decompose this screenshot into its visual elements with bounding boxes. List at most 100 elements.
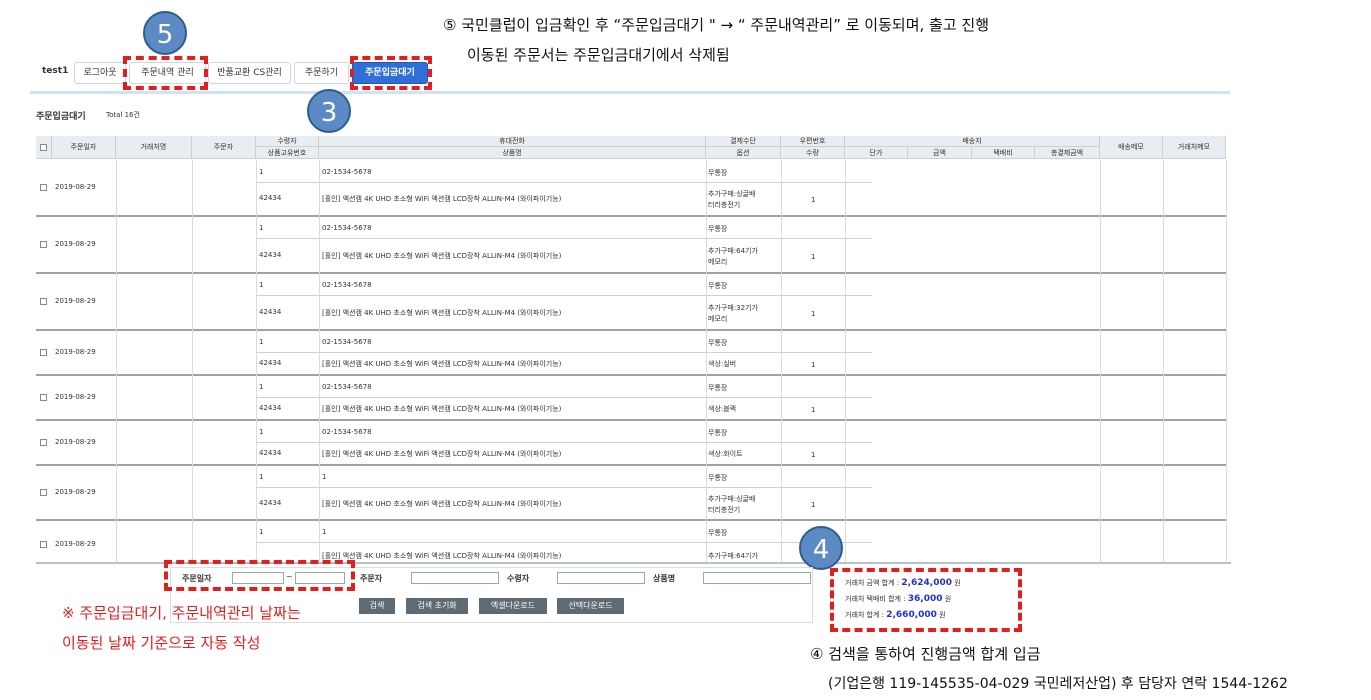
product-no: 42434	[259, 194, 282, 202]
option: 색상:실버	[708, 359, 737, 368]
product-name: [홀인] 액션캠 4K UHD 초소형 WiFi 액션캠 LCD장착 ALLIN…	[322, 552, 562, 560]
search-product-label: 상품명	[653, 574, 676, 583]
row-inner-divider	[256, 182, 872, 183]
column-divider	[845, 160, 846, 562]
product-name: [홀인] 액션캠 4K UHD 초소형 WiFi 액션캠 LCD장착 ALLIN…	[322, 449, 562, 458]
row-checkbox[interactable]	[40, 184, 47, 191]
order-date: 2019-08-29	[55, 437, 96, 446]
search-orderer-input[interactable]	[411, 572, 499, 584]
excel-download-button[interactable]: 엑셀다운로드	[479, 598, 547, 614]
column-divider	[1226, 160, 1227, 562]
recipient: 1	[259, 383, 264, 391]
row-checkbox[interactable]	[40, 488, 47, 496]
row-checkbox[interactable]	[40, 240, 47, 248]
option-line1: 추가구매:싱글배	[708, 494, 756, 503]
quantity: 1	[811, 196, 816, 204]
order-date: 2019-08-29	[55, 239, 96, 248]
product-name: [홀인] 액션캠 4K UHD 초소형 WiFi 액션캠 LCD장착 ALLIN…	[322, 308, 562, 317]
product-no: 42434	[259, 403, 282, 412]
highlight-summary	[830, 568, 1022, 632]
column-divider	[319, 160, 320, 562]
search-reset-button[interactable]: 검색 초기화	[406, 598, 468, 614]
row-inner-divider	[256, 295, 872, 296]
column-divider	[256, 160, 257, 562]
orders-table-body: 2019-08-29 1 02-1534-5678 무통장 42434 [홀인] 액션캠 …	[0, 0, 1371, 562]
product-name: [홀인] 액션캠 4K UHD 초소형 WiFi 액션캠 LCD장착 ALLIN…	[322, 404, 562, 413]
product-no: 42434	[259, 250, 282, 259]
recipient: 1	[259, 528, 264, 536]
column-divider	[1163, 160, 1164, 562]
recipient: 1	[259, 224, 264, 232]
product-name: [홀인] 액션캠 4K UHD 초소형 WiFi 액션캠 LCD장착 ALLIN…	[322, 499, 562, 508]
search-button[interactable]: 검색	[359, 598, 395, 614]
phone: 02-1534-5678	[322, 338, 372, 346]
table-row	[36, 160, 1226, 216]
recipient: 1	[259, 281, 264, 289]
payment-method: 무통장	[708, 429, 728, 437]
search-product-input[interactable]	[703, 572, 811, 584]
payment-method: 무통장	[708, 225, 728, 233]
selected-download-button[interactable]: 선택다운로드	[557, 598, 624, 614]
option: 색상:화이트	[708, 449, 743, 458]
table-row	[36, 273, 1226, 330]
option-line2: 메모리	[708, 314, 728, 323]
highlight-date-filter	[164, 560, 355, 591]
quantity: 1	[811, 360, 816, 369]
row-inner-divider	[256, 487, 872, 488]
order-date: 2019-08-29	[55, 540, 96, 548]
row-checkbox[interactable]	[40, 393, 47, 401]
quantity: 1	[811, 405, 816, 414]
recipient: 1	[259, 338, 264, 346]
phone: 02-1534-5678	[322, 168, 372, 176]
column-divider	[781, 160, 782, 562]
option: 색상:블랙	[708, 404, 737, 413]
product-no: 42434	[259, 498, 282, 507]
phone: 02-1534-5678	[322, 383, 372, 391]
table-row	[36, 465, 1226, 520]
product-name: [홀인] 액션캠 4K UHD 초소형 WiFi 액션캠 LCD장착 ALLIN…	[322, 195, 562, 203]
row-checkbox[interactable]	[40, 348, 47, 356]
row-inner-divider	[256, 542, 872, 543]
phone: 1	[322, 528, 327, 536]
option-line2: 터리충전기	[708, 505, 741, 514]
table-row	[36, 216, 1226, 273]
quantity: 1	[811, 500, 816, 509]
quantity: 1	[811, 450, 816, 459]
note-line1: ※ 주문입금대기, 주문내역관리 날짜는	[62, 604, 301, 622]
order-date: 2019-08-29	[55, 347, 96, 356]
column-divider	[706, 160, 707, 562]
option: 추가구매:64기가	[708, 552, 758, 560]
row-checkbox[interactable]	[40, 297, 47, 305]
quantity: 1	[811, 252, 816, 261]
payment-method: 무통장	[708, 474, 728, 482]
product-no: 42434	[259, 358, 282, 367]
payment-method: 무통장	[708, 384, 728, 392]
column-divider	[1100, 160, 1101, 562]
annotation-step4-bank: (기업은행 119-145535-04-029 국민레저산업) 후 담당자 연락…	[828, 676, 1288, 692]
row-inner-divider	[256, 352, 872, 353]
row-inner-divider	[256, 397, 872, 398]
product-no: 42434	[259, 307, 282, 316]
column-divider	[192, 160, 193, 562]
order-date: 2019-08-29	[55, 487, 96, 496]
phone: 02-1534-5678	[322, 224, 372, 232]
payment-method: 무통장	[708, 169, 728, 177]
recipient: 1	[259, 168, 264, 176]
phone: 02-1534-5678	[322, 281, 372, 289]
search-orderer-label: 주문자	[360, 574, 383, 583]
row-checkbox[interactable]	[40, 541, 47, 548]
option-line1: 추가구매:64기가	[708, 246, 758, 255]
annotation-step4: ④ 검색을 통하여 진행금액 합계 입금	[810, 645, 1041, 663]
row-checkbox[interactable]	[40, 438, 47, 446]
search-recipient-input[interactable]	[557, 572, 645, 584]
quantity: 1	[811, 309, 816, 318]
order-date: 2019-08-29	[55, 296, 96, 305]
payment-method: 무통장	[708, 282, 728, 290]
phone: 1	[322, 473, 327, 481]
option-line1: 추가구매:싱글배	[708, 190, 756, 198]
step-badge-4: 4	[799, 526, 843, 570]
note-line2: 이동된 날짜 기준으로 자동 작성	[62, 634, 261, 652]
table-row	[36, 520, 1226, 562]
payment-method: 무통장	[708, 339, 728, 347]
order-date: 2019-08-29	[55, 392, 96, 401]
